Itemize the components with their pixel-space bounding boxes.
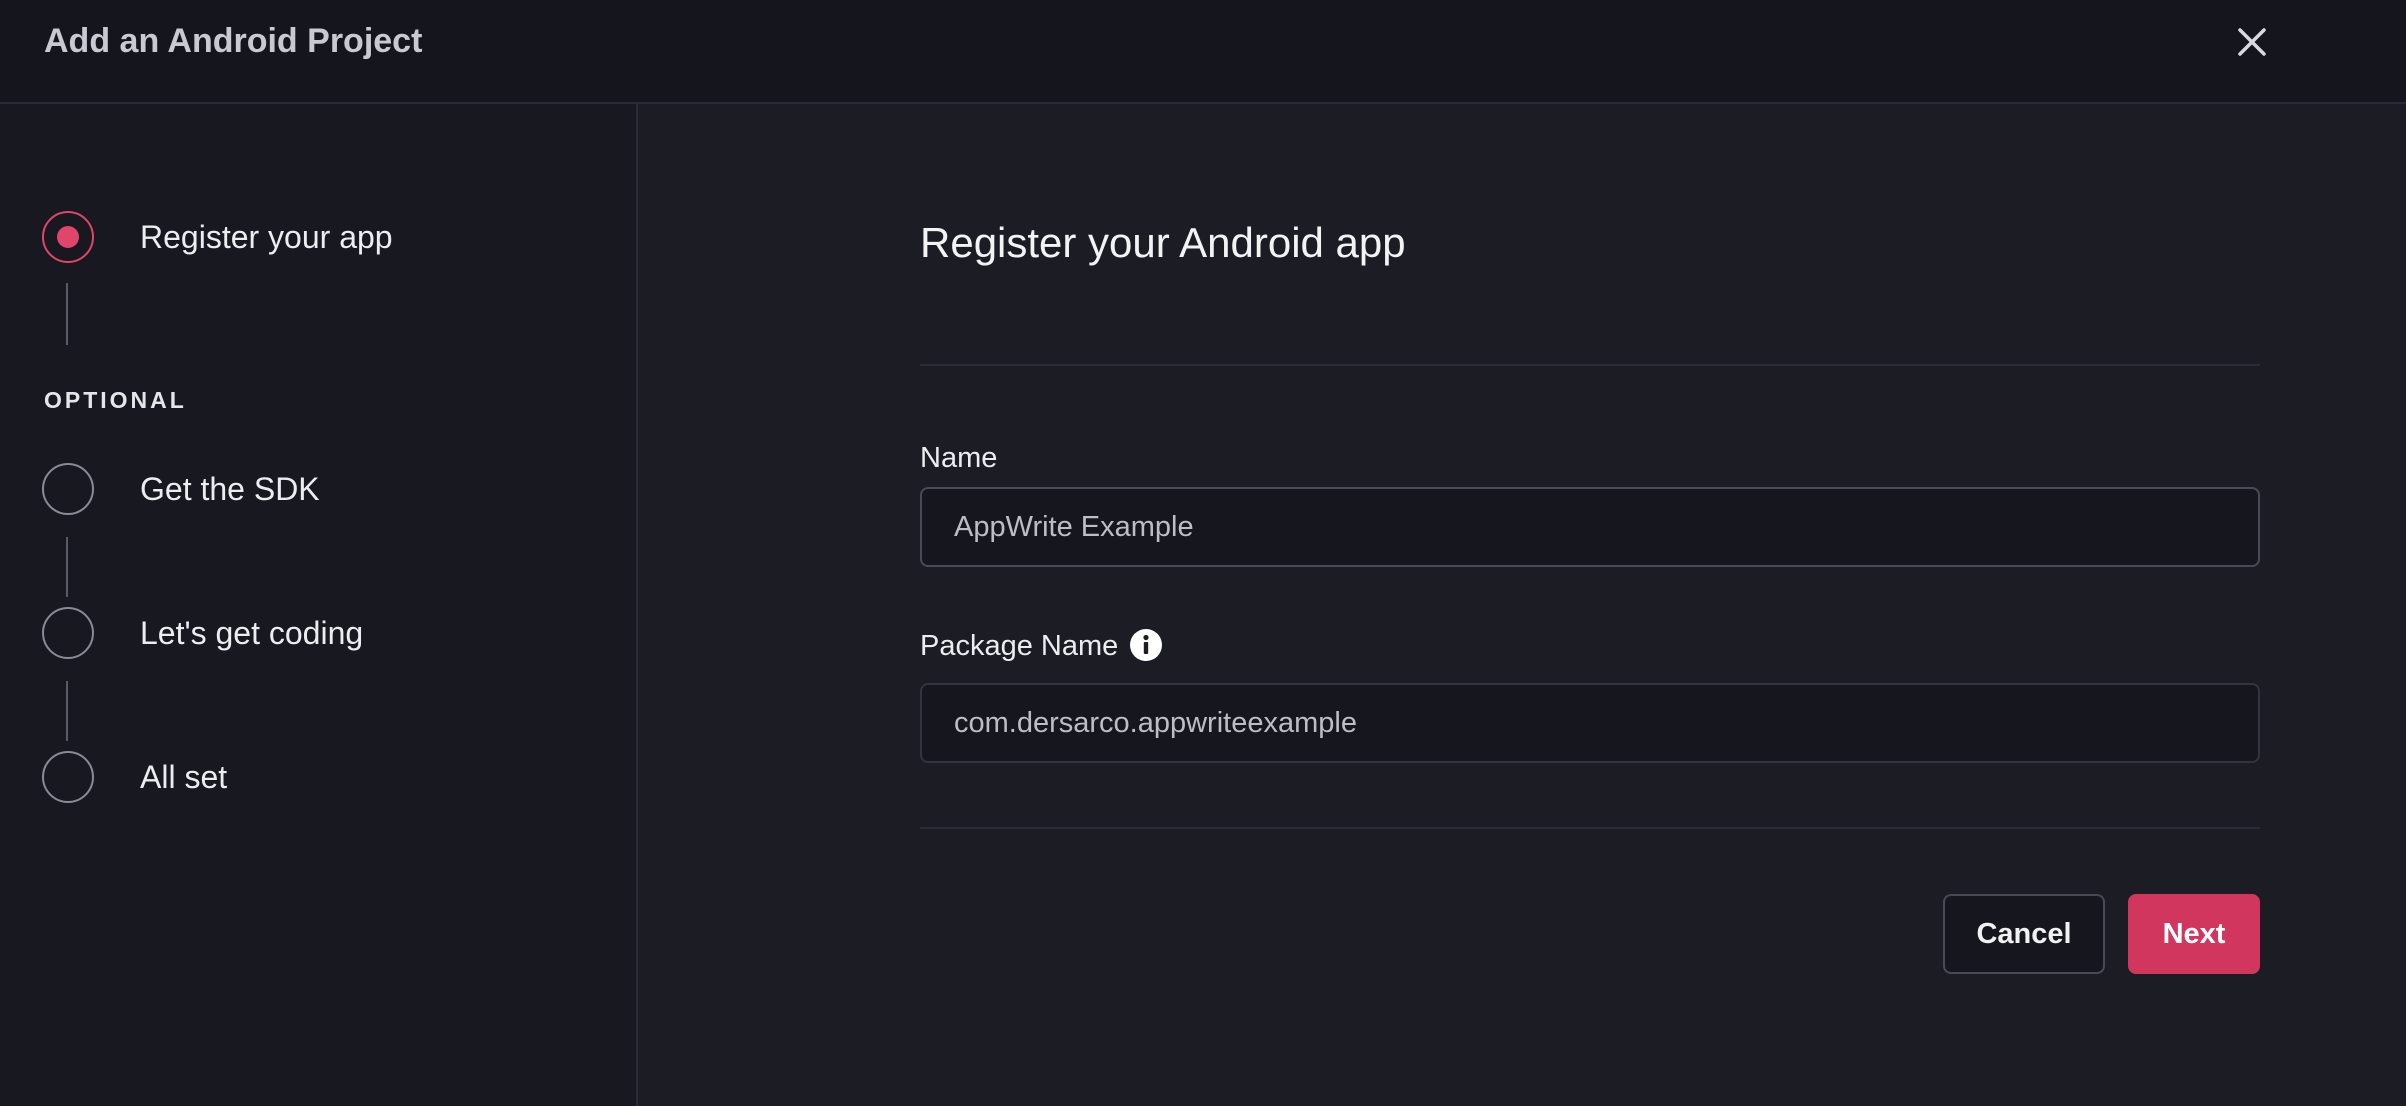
step-indicator-sdk — [42, 463, 94, 515]
step-connector — [66, 537, 68, 597]
modal-title: Add an Android Project — [44, 22, 423, 60]
step-label-get-coding[interactable]: Let's get coding — [140, 613, 363, 653]
step-indicator-all-set — [42, 751, 94, 803]
step-label-get-sdk[interactable]: Get the SDK — [140, 469, 320, 509]
step-connector — [66, 283, 68, 345]
step-indicator-register-active — [42, 211, 94, 263]
package-name-field-label: Package Name — [920, 630, 1119, 662]
name-field-label: Name — [920, 442, 998, 474]
cancel-button[interactable]: Cancel — [1943, 894, 2105, 974]
step-label-all-set[interactable]: All set — [140, 757, 227, 797]
name-input[interactable] — [920, 487, 2260, 567]
step-connector — [66, 681, 68, 741]
divider — [920, 827, 2260, 829]
info-icon[interactable] — [1129, 628, 1163, 662]
close-button[interactable] — [2232, 20, 2272, 64]
optional-section-label: OPTIONAL — [44, 387, 187, 413]
page-title: Register your Android app — [920, 219, 1406, 266]
divider — [920, 364, 2260, 366]
steps-sidebar: Register your app OPTIONAL Get the SDK L… — [0, 104, 638, 1106]
step-indicator-coding — [42, 607, 94, 659]
step-label-register[interactable]: Register your app — [140, 217, 393, 257]
next-button[interactable]: Next — [2128, 894, 2260, 974]
modal-header: Add an Android Project — [0, 0, 2406, 104]
close-icon — [2238, 28, 2266, 56]
package-name-input[interactable] — [920, 683, 2260, 763]
